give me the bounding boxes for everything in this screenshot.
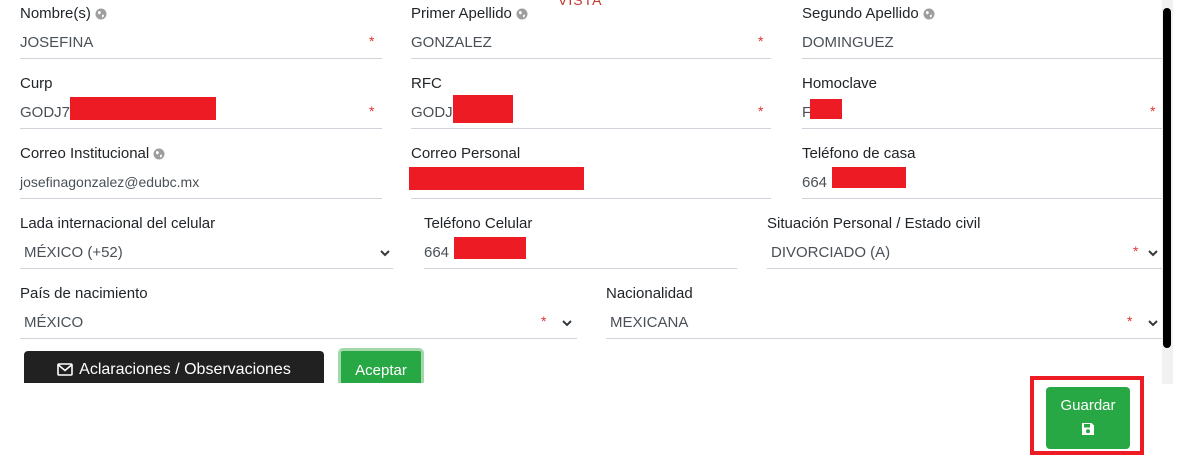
- required-marker: *: [369, 33, 375, 49]
- globe-icon: [923, 8, 935, 19]
- globe-icon: [516, 8, 528, 19]
- required-marker: *: [1127, 313, 1133, 329]
- lada-group: Lada internacional del celular MÉXICO (+…: [20, 215, 393, 271]
- correo-personal-label: Correo Personal: [411, 145, 521, 162]
- telefono-celular-input[interactable]: 664: [424, 237, 737, 269]
- personal-data-form: VISTA Nombre(s) JOSEFINA * Primer Apelli…: [0, 0, 1165, 383]
- curp-input[interactable]: GODJ7 *: [20, 97, 382, 129]
- curp-label: Curp: [20, 75, 53, 92]
- nacionalidad-label: Nacionalidad: [606, 285, 693, 302]
- rfc-input[interactable]: GODJ *: [411, 95, 771, 129]
- redaction-block: [409, 167, 584, 190]
- telefono-casa-label: Teléfono de casa: [802, 145, 916, 162]
- redaction-block: [454, 237, 526, 259]
- lada-label: Lada internacional del celular: [20, 215, 216, 232]
- required-marker: *: [541, 313, 547, 329]
- rfc-group: RFC GODJ *: [411, 75, 771, 131]
- pais-nacimiento-select[interactable]: MÉXICO *: [20, 307, 577, 339]
- correo-institucional-label: Correo Institucional: [20, 145, 165, 162]
- correo-institucional-input[interactable]: josefinagonzalez@edubc.mx: [20, 167, 382, 199]
- primer-apellido-label: Primer Apellido: [411, 5, 528, 22]
- correo-personal-input[interactable]: [409, 167, 771, 199]
- chevron-down-icon: [1148, 320, 1158, 327]
- primer-apellido-group: Primer Apellido GONZALEZ *: [411, 5, 771, 61]
- lada-select[interactable]: MÉXICO (+52): [20, 237, 393, 269]
- nombres-label: Nombre(s): [20, 5, 107, 22]
- segundo-apellido-input[interactable]: DOMINGUEZ: [802, 27, 1164, 59]
- chevron-down-icon: [380, 250, 390, 257]
- estado-civil-group: Situación Personal / Estado civil DIVORC…: [767, 215, 1163, 271]
- nombres-group: Nombre(s) JOSEFINA *: [20, 5, 382, 61]
- telefono-celular-group: Teléfono Celular 664: [424, 215, 737, 271]
- redaction-block: [453, 95, 513, 123]
- observaciones-button[interactable]: Aclaraciones / Observaciones: [24, 351, 324, 383]
- rfc-label: RFC: [411, 75, 442, 92]
- estado-civil-label: Situación Personal / Estado civil: [767, 215, 981, 232]
- nacionalidad-select[interactable]: MEXICANA *: [606, 307, 1163, 339]
- globe-icon: [95, 8, 107, 19]
- homoclave-input[interactable]: F *: [802, 97, 1164, 129]
- chevron-down-icon: [1148, 250, 1158, 257]
- correo-institucional-group: Correo Institucional josefinagonzalez@ed…: [20, 145, 382, 201]
- pais-nacimiento-group: País de nacimiento MÉXICO *: [20, 285, 577, 341]
- homoclave-label: Homoclave: [802, 75, 878, 92]
- telefono-celular-label: Teléfono Celular: [424, 215, 533, 232]
- redaction-block: [832, 167, 906, 188]
- telefono-casa-input[interactable]: 664: [802, 167, 1164, 199]
- globe-icon: [153, 148, 165, 159]
- required-marker: *: [369, 103, 375, 119]
- nacionalidad-group: Nacionalidad MEXICANA *: [606, 285, 1163, 341]
- segundo-apellido-group: Segundo Apellido DOMINGUEZ: [802, 5, 1164, 61]
- segundo-apellido-label: Segundo Apellido: [802, 5, 935, 22]
- floppy-disk-icon: [1082, 423, 1094, 435]
- guardar-button[interactable]: Guardar: [1046, 387, 1130, 449]
- chevron-down-icon: [562, 320, 572, 327]
- redaction-block: [810, 99, 842, 119]
- required-marker: *: [758, 103, 764, 119]
- correo-personal-group: Correo Personal: [409, 145, 771, 201]
- pais-nacimiento-label: País de nacimiento: [20, 285, 148, 302]
- scrollbar-thumb[interactable]: [1163, 8, 1171, 348]
- telefono-casa-group: Teléfono de casa 664: [802, 145, 1164, 201]
- redaction-block: [70, 97, 216, 120]
- required-marker: *: [758, 33, 764, 49]
- primer-apellido-input[interactable]: GONZALEZ *: [411, 27, 771, 59]
- curp-group: Curp GODJ7 *: [20, 75, 382, 131]
- homoclave-group: Homoclave F *: [802, 75, 1164, 131]
- aceptar-button[interactable]: Aceptar: [338, 348, 424, 383]
- estado-civil-select[interactable]: DIVORCIADO (A) *: [767, 237, 1163, 269]
- nombres-input[interactable]: JOSEFINA *: [20, 27, 382, 59]
- required-marker: *: [1133, 243, 1139, 259]
- required-marker: *: [1150, 103, 1156, 119]
- envelope-icon: [57, 363, 73, 376]
